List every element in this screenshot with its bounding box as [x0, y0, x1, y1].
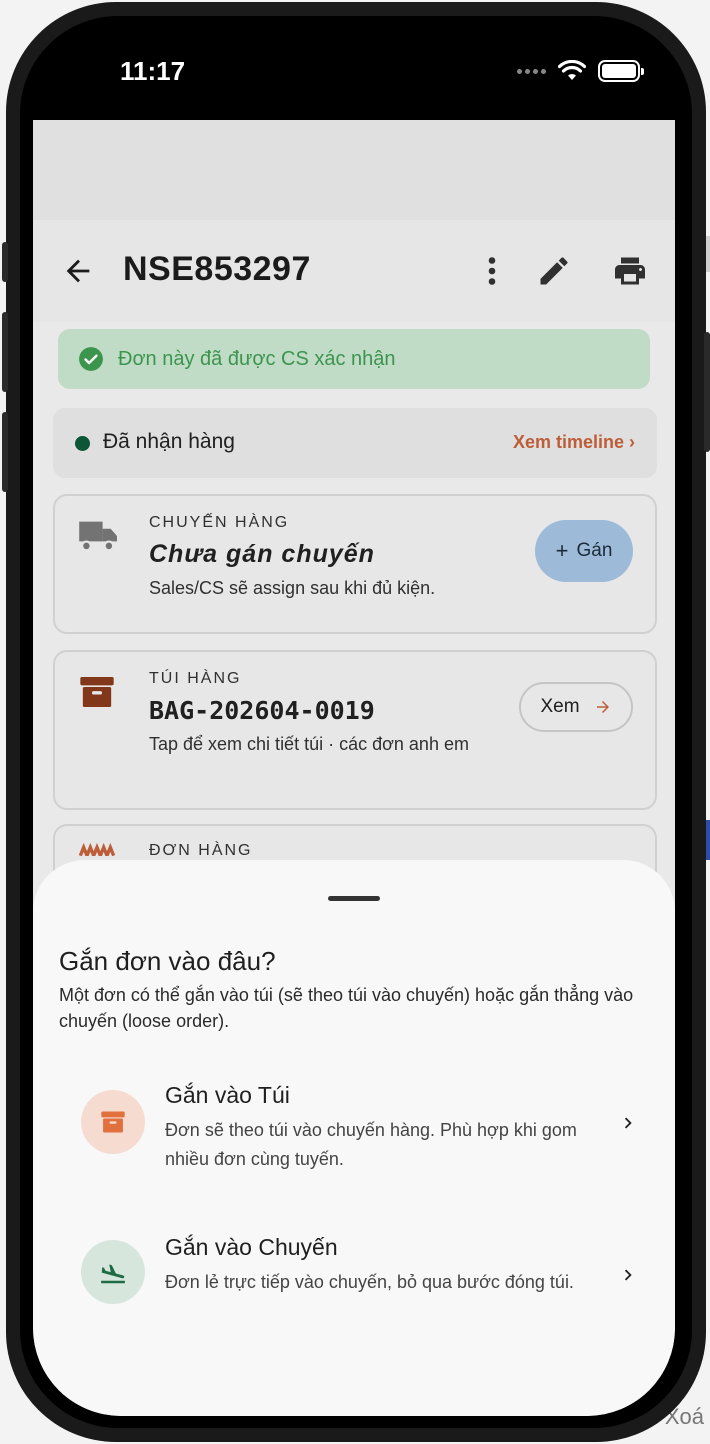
battery-icon	[598, 60, 644, 82]
archive-box-icon	[101, 1111, 125, 1133]
wifi-icon	[558, 60, 586, 80]
sheet-title: Gắn đơn vào đâu?	[59, 946, 276, 976]
shipment-option-title: Gắn vào Chuyến	[165, 1234, 338, 1260]
phone-display: 11:17 NSE853297 Đơn này đã được CS xác n…	[20, 16, 692, 1428]
bag-option-icon-circle	[81, 1090, 145, 1154]
bag-option-title: Gắn vào Túi	[165, 1082, 290, 1108]
chevron-right-icon	[624, 1269, 632, 1281]
shipment-option-description: Đơn lẻ trực tiếp vào chuyến, bỏ qua bước…	[165, 1272, 574, 1292]
status-icons	[517, 60, 644, 82]
mute-switch	[2, 242, 8, 282]
sheet-drag-handle[interactable]	[328, 896, 380, 901]
volume-down-button	[2, 412, 8, 492]
bag-option-description: Đơn sẽ theo túi vào chuyến hàng. Phù hợp…	[165, 1120, 577, 1169]
sheet-description: Một đơn có thể gắn vào túi (sẽ theo túi …	[59, 985, 634, 1031]
chevron-right-icon	[624, 1117, 632, 1129]
flight-land-icon	[101, 1264, 125, 1284]
assign-bottom-sheet: Gắn đơn vào đâu? Một đơn có thể gắn vào …	[33, 860, 675, 1416]
app-screen: NSE853297 Đơn này đã được CS xác nhận Đã…	[33, 120, 675, 1416]
status-time: 11:17	[120, 56, 186, 86]
assign-to-bag-option[interactable]: Gắn vào Túi Đơn sẽ theo túi vào chuyến h…	[73, 1068, 639, 1188]
assign-to-shipment-option[interactable]: Gắn vào Chuyến Đơn lẻ trực tiếp vào chuy…	[73, 1220, 639, 1340]
volume-up-button	[2, 312, 8, 392]
phone-frame: 11:17 NSE853297 Đơn này đã được CS xác n…	[2, 2, 710, 1442]
signal-icon	[517, 68, 546, 74]
status-bar: 11:17	[20, 16, 692, 120]
shipment-option-icon-circle	[81, 1240, 145, 1304]
power-button	[704, 332, 710, 452]
